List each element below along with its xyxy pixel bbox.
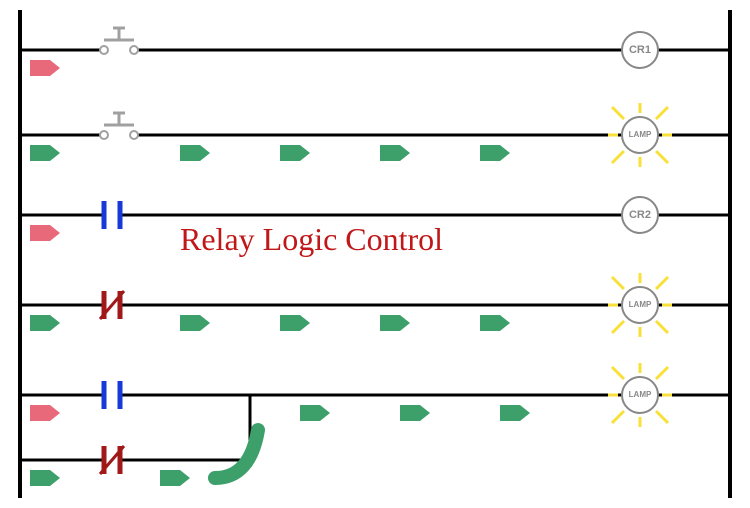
power-arrow-on [180,145,210,161]
power-arrow-on [280,145,310,161]
power-arrow-on [480,315,510,331]
power-arrow-on [180,315,210,331]
coil-label: LAMP [629,390,652,399]
power-arrow-on [30,145,60,161]
power-arrow-on [160,470,190,486]
power-arrow-off [30,60,60,76]
coil-label: CR2 [629,209,651,221]
power-arrow-on [500,405,530,421]
power-arrow-on [300,405,330,421]
diagram-title: Relay Logic Control [180,221,443,257]
coil-label: CR1 [629,44,651,56]
power-arrow-off [30,225,60,241]
rung-5: LAMP [20,363,730,486]
nc-contact-icon [100,446,124,474]
power-arrow-on [380,145,410,161]
power-arrow-on [280,315,310,331]
power-arrow-off [30,405,60,421]
coil-label: LAMP [629,300,652,309]
rung-1: CR1 [20,28,730,76]
power-arrow-on [480,145,510,161]
nc-contact-icon [100,291,124,319]
pushbutton-icon [100,113,138,139]
relay-ladder-diagram: CR1 LAMP CR2 Relay Logic Control LAMP [0,0,750,508]
power-arrow-on [30,315,60,331]
coil-label: LAMP [629,130,652,139]
no-contact-icon [104,381,120,409]
rung-2: LAMP [20,103,730,167]
power-arrow-on [400,405,430,421]
no-contact-icon [104,201,120,229]
pushbutton-icon [100,28,138,54]
rung-4: LAMP [20,273,730,337]
power-arrow-on [380,315,410,331]
power-arrow-curve [215,430,258,478]
power-arrow-on [30,470,60,486]
